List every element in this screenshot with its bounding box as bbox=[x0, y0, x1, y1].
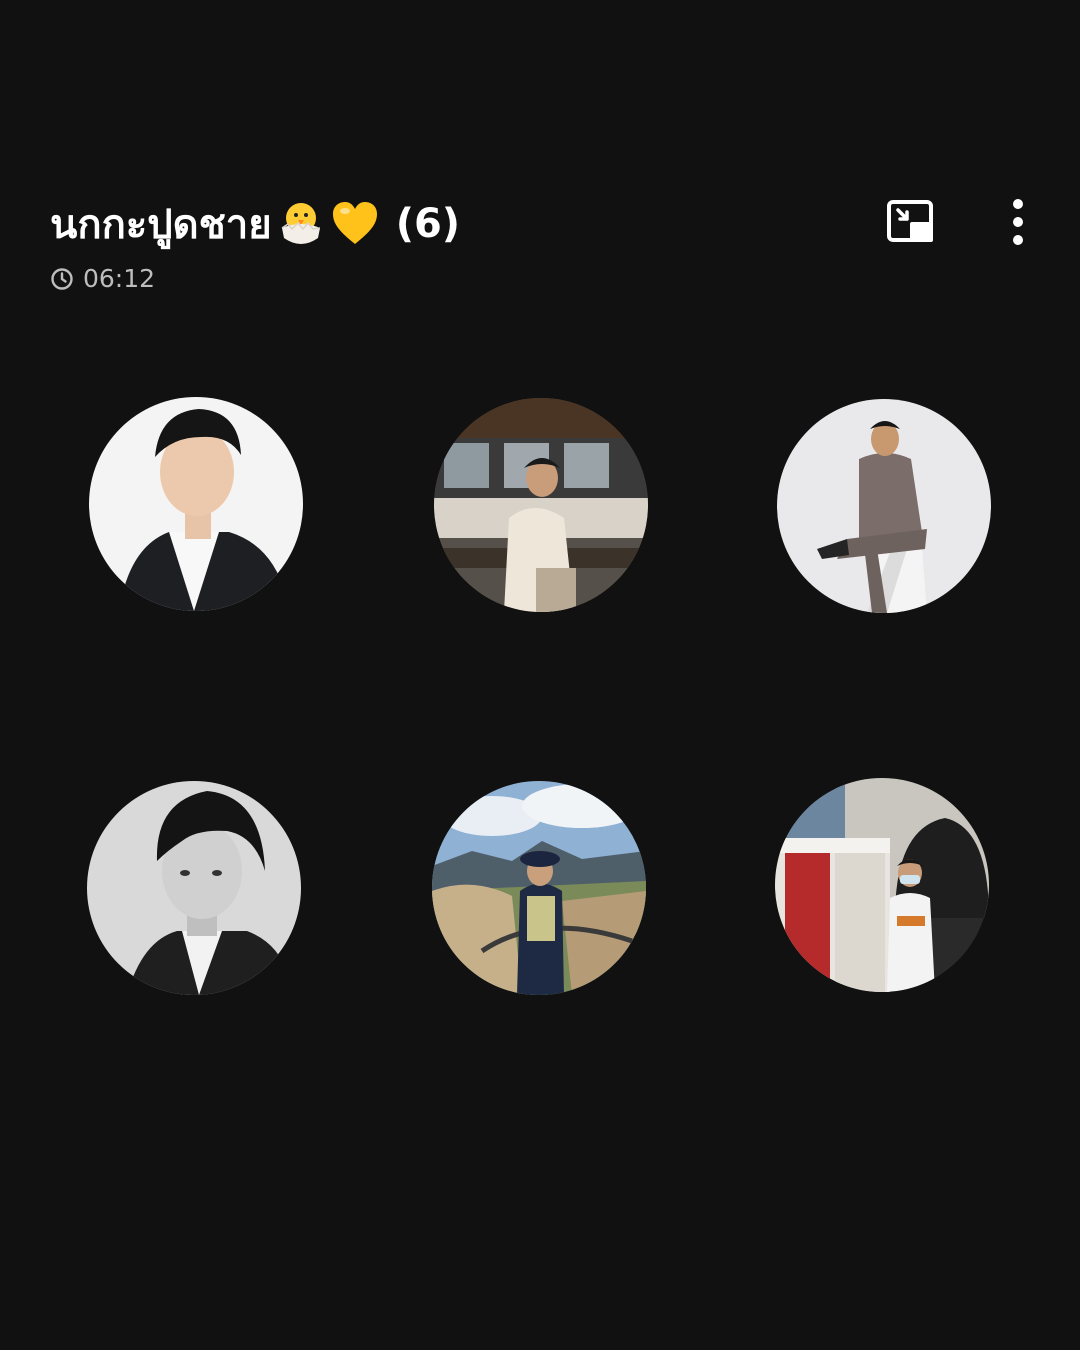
more-vertical-icon bbox=[1013, 199, 1023, 245]
participant-avatar-6[interactable] bbox=[775, 778, 989, 992]
hatching-chick-emoji bbox=[276, 198, 326, 250]
more-options-button[interactable] bbox=[998, 197, 1038, 247]
participant-avatar-4[interactable] bbox=[87, 781, 301, 995]
participant-avatar-2[interactable] bbox=[434, 398, 648, 612]
picture-in-picture-button[interactable] bbox=[886, 199, 936, 245]
picture-in-picture-icon bbox=[887, 200, 933, 242]
participant-avatar-5[interactable] bbox=[432, 781, 646, 995]
participant-avatar-1[interactable] bbox=[89, 397, 303, 611]
group-title: นกกะปูดชาย bbox=[50, 202, 272, 248]
call-time: 06:12 bbox=[83, 264, 156, 293]
call-header: นกกะปูดชาย (6) bbox=[50, 192, 460, 256]
participant-avatar-3[interactable] bbox=[777, 399, 991, 613]
call-duration: 06:12 bbox=[50, 264, 155, 293]
yellow-heart-emoji bbox=[330, 198, 380, 250]
participant-count: (6) bbox=[395, 201, 461, 247]
clock-icon bbox=[51, 267, 73, 290]
